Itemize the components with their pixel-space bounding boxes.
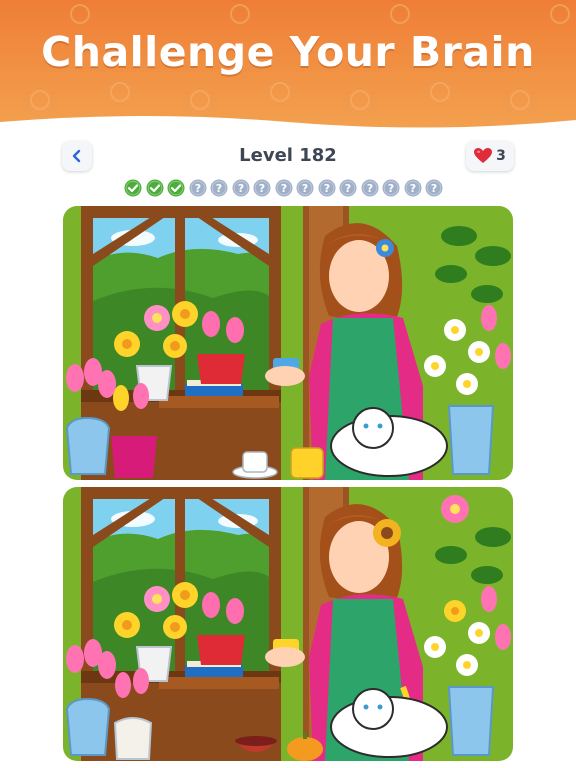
original-image-panel[interactable] [63,206,513,480]
svg-text:?: ? [388,182,394,195]
question-icon: ? [189,179,206,197]
svg-text:?: ? [216,182,222,195]
question-icon: ? [318,179,335,197]
progress-dot-remaining: ? [253,179,271,197]
question-icon: ? [339,179,357,197]
progress-dot-remaining: ? [382,179,400,197]
progress-dot-found [146,179,164,197]
progress-dot-remaining: ? [210,179,228,197]
svg-text:?: ? [323,182,329,195]
progress-dot-remaining: ? [296,179,314,197]
chevron-left-icon [72,149,81,163]
modified-image-panel[interactable] [63,487,513,761]
question-icon: ? [361,179,378,197]
svg-text:?: ? [345,182,351,195]
svg-text:?: ? [194,182,200,195]
progress-dot-remaining: ? [425,179,443,197]
check-icon [146,179,163,197]
modified-scene [63,487,513,761]
question-icon: ? [425,179,443,197]
lives-count: 3 [496,148,506,164]
progress-tracker: ???????????? [124,179,454,197]
back-button[interactable] [62,141,92,171]
progress-dot-remaining: ? [339,179,357,197]
question-icon: ? [253,179,271,197]
banner-wave [0,116,576,130]
svg-text:?: ? [431,182,437,195]
progress-dot-remaining: ? [275,179,293,197]
check-icon [167,179,185,197]
svg-text:?: ? [280,182,286,195]
question-icon: ? [382,179,400,197]
check-icon [124,179,142,197]
svg-text:?: ? [409,182,415,195]
svg-text:?: ? [366,182,372,195]
progress-dot-found [124,179,142,197]
banner-title: Challenge Your Brain [41,28,535,76]
progress-dot-remaining: ? [361,179,379,197]
svg-text:?: ? [237,182,243,195]
question-icon: ? [404,179,421,197]
question-icon: ? [275,179,292,197]
progress-dot-remaining: ? [189,179,207,197]
original-scene [63,206,513,480]
level-title: Level 182 [239,145,337,166]
heart-icon [474,148,493,163]
question-icon: ? [296,179,314,197]
progress-dot-remaining: ? [232,179,250,197]
svg-text:?: ? [302,182,308,195]
progress-dot-found [167,179,185,197]
progress-dot-remaining: ? [404,179,422,197]
lives-badge: 3 [466,141,514,171]
question-icon: ? [232,179,249,197]
svg-text:?: ? [259,182,265,195]
progress-dot-remaining: ? [318,179,336,197]
header-banner: Challenge Your Brain [0,0,576,130]
question-icon: ? [210,179,228,197]
